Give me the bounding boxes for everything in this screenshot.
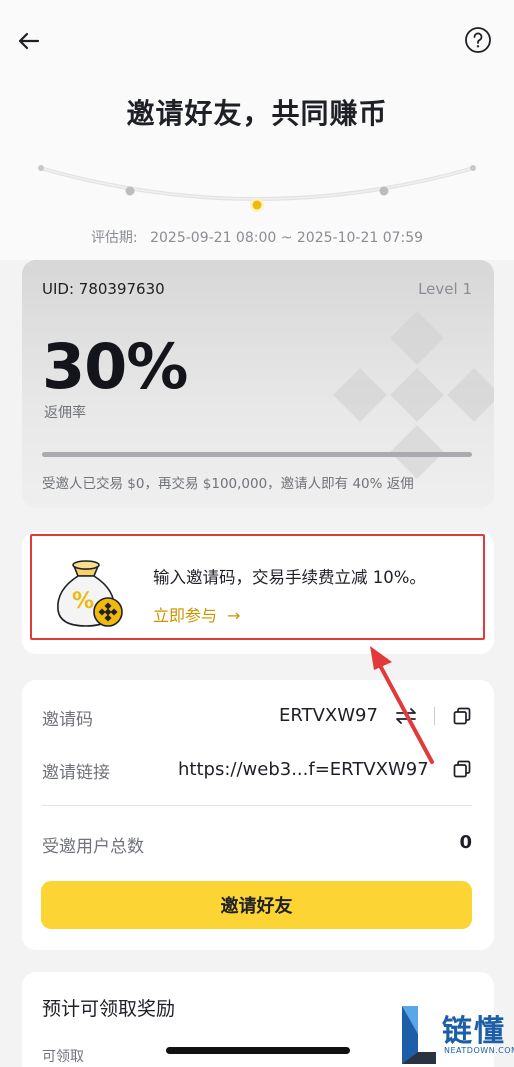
card-divider [42,805,472,806]
watermark-site: NEATDOWN.COM [444,1046,514,1055]
estimated-rewards-title: 预计可领取奖励 [42,998,176,1020]
rebate-rate-value: 30% [42,330,188,403]
join-now-link[interactable]: 立即参与 → [153,602,240,626]
join-now-label: 立即参与 [153,606,218,625]
invited-users-count: 0 [459,832,472,853]
home-indicator [166,1047,350,1054]
trade-progress-bar [42,452,472,457]
arrow-right-icon: → [227,606,241,625]
annotation-arrow-icon [370,646,434,764]
page-title: 邀请好友，共同赚币 [126,97,388,130]
help-question-icon[interactable] [464,26,492,54]
uid-label: UID: 780397630 [42,280,165,298]
svg-text:%: % [72,589,94,614]
period-label: 评估期: [90,230,138,246]
watermark-name: 链懂 [442,1014,506,1049]
invite-friends-button[interactable]: 邀请好友 [41,881,472,929]
decorative-arc [38,165,476,212]
invite-link-label: 邀请链接 [42,763,110,783]
rebate-card: UID: 780397630 Level 1 30% 返佣率 受邀人已交易 $0… [22,260,494,508]
copy-link-icon[interactable] [453,760,471,778]
invited-users-label: 受邀用户总数 [42,837,144,857]
copy-code-icon[interactable] [453,707,471,725]
invite-code-label: 邀请码 [42,710,93,730]
claimable-label: 可领取 [42,1049,84,1065]
level-badge: Level 1 [418,280,472,298]
site-watermark: 链懂 NEATDOWN.COM [400,1002,514,1067]
back-arrow-icon[interactable] [14,26,44,56]
progress-description: 受邀人已交易 $0，再交易 $100,000，邀请人即有 40% 返佣 [42,476,414,492]
binance-logo-watermark-icon [333,311,494,479]
watermark-logo-icon [402,1006,436,1064]
period-range: 2025-09-21 08:00 ~ 2025-10-21 07:59 [150,230,424,246]
money-bag-icon: % [57,560,123,627]
evaluation-period: 评估期: 2025-09-21 08:00 ~ 2025-10-21 07:59 [0,227,514,247]
rebate-rate-label: 返佣率 [44,405,86,421]
promo-message: 输入邀请码，交易手续费立减 10%。 [153,568,426,587]
